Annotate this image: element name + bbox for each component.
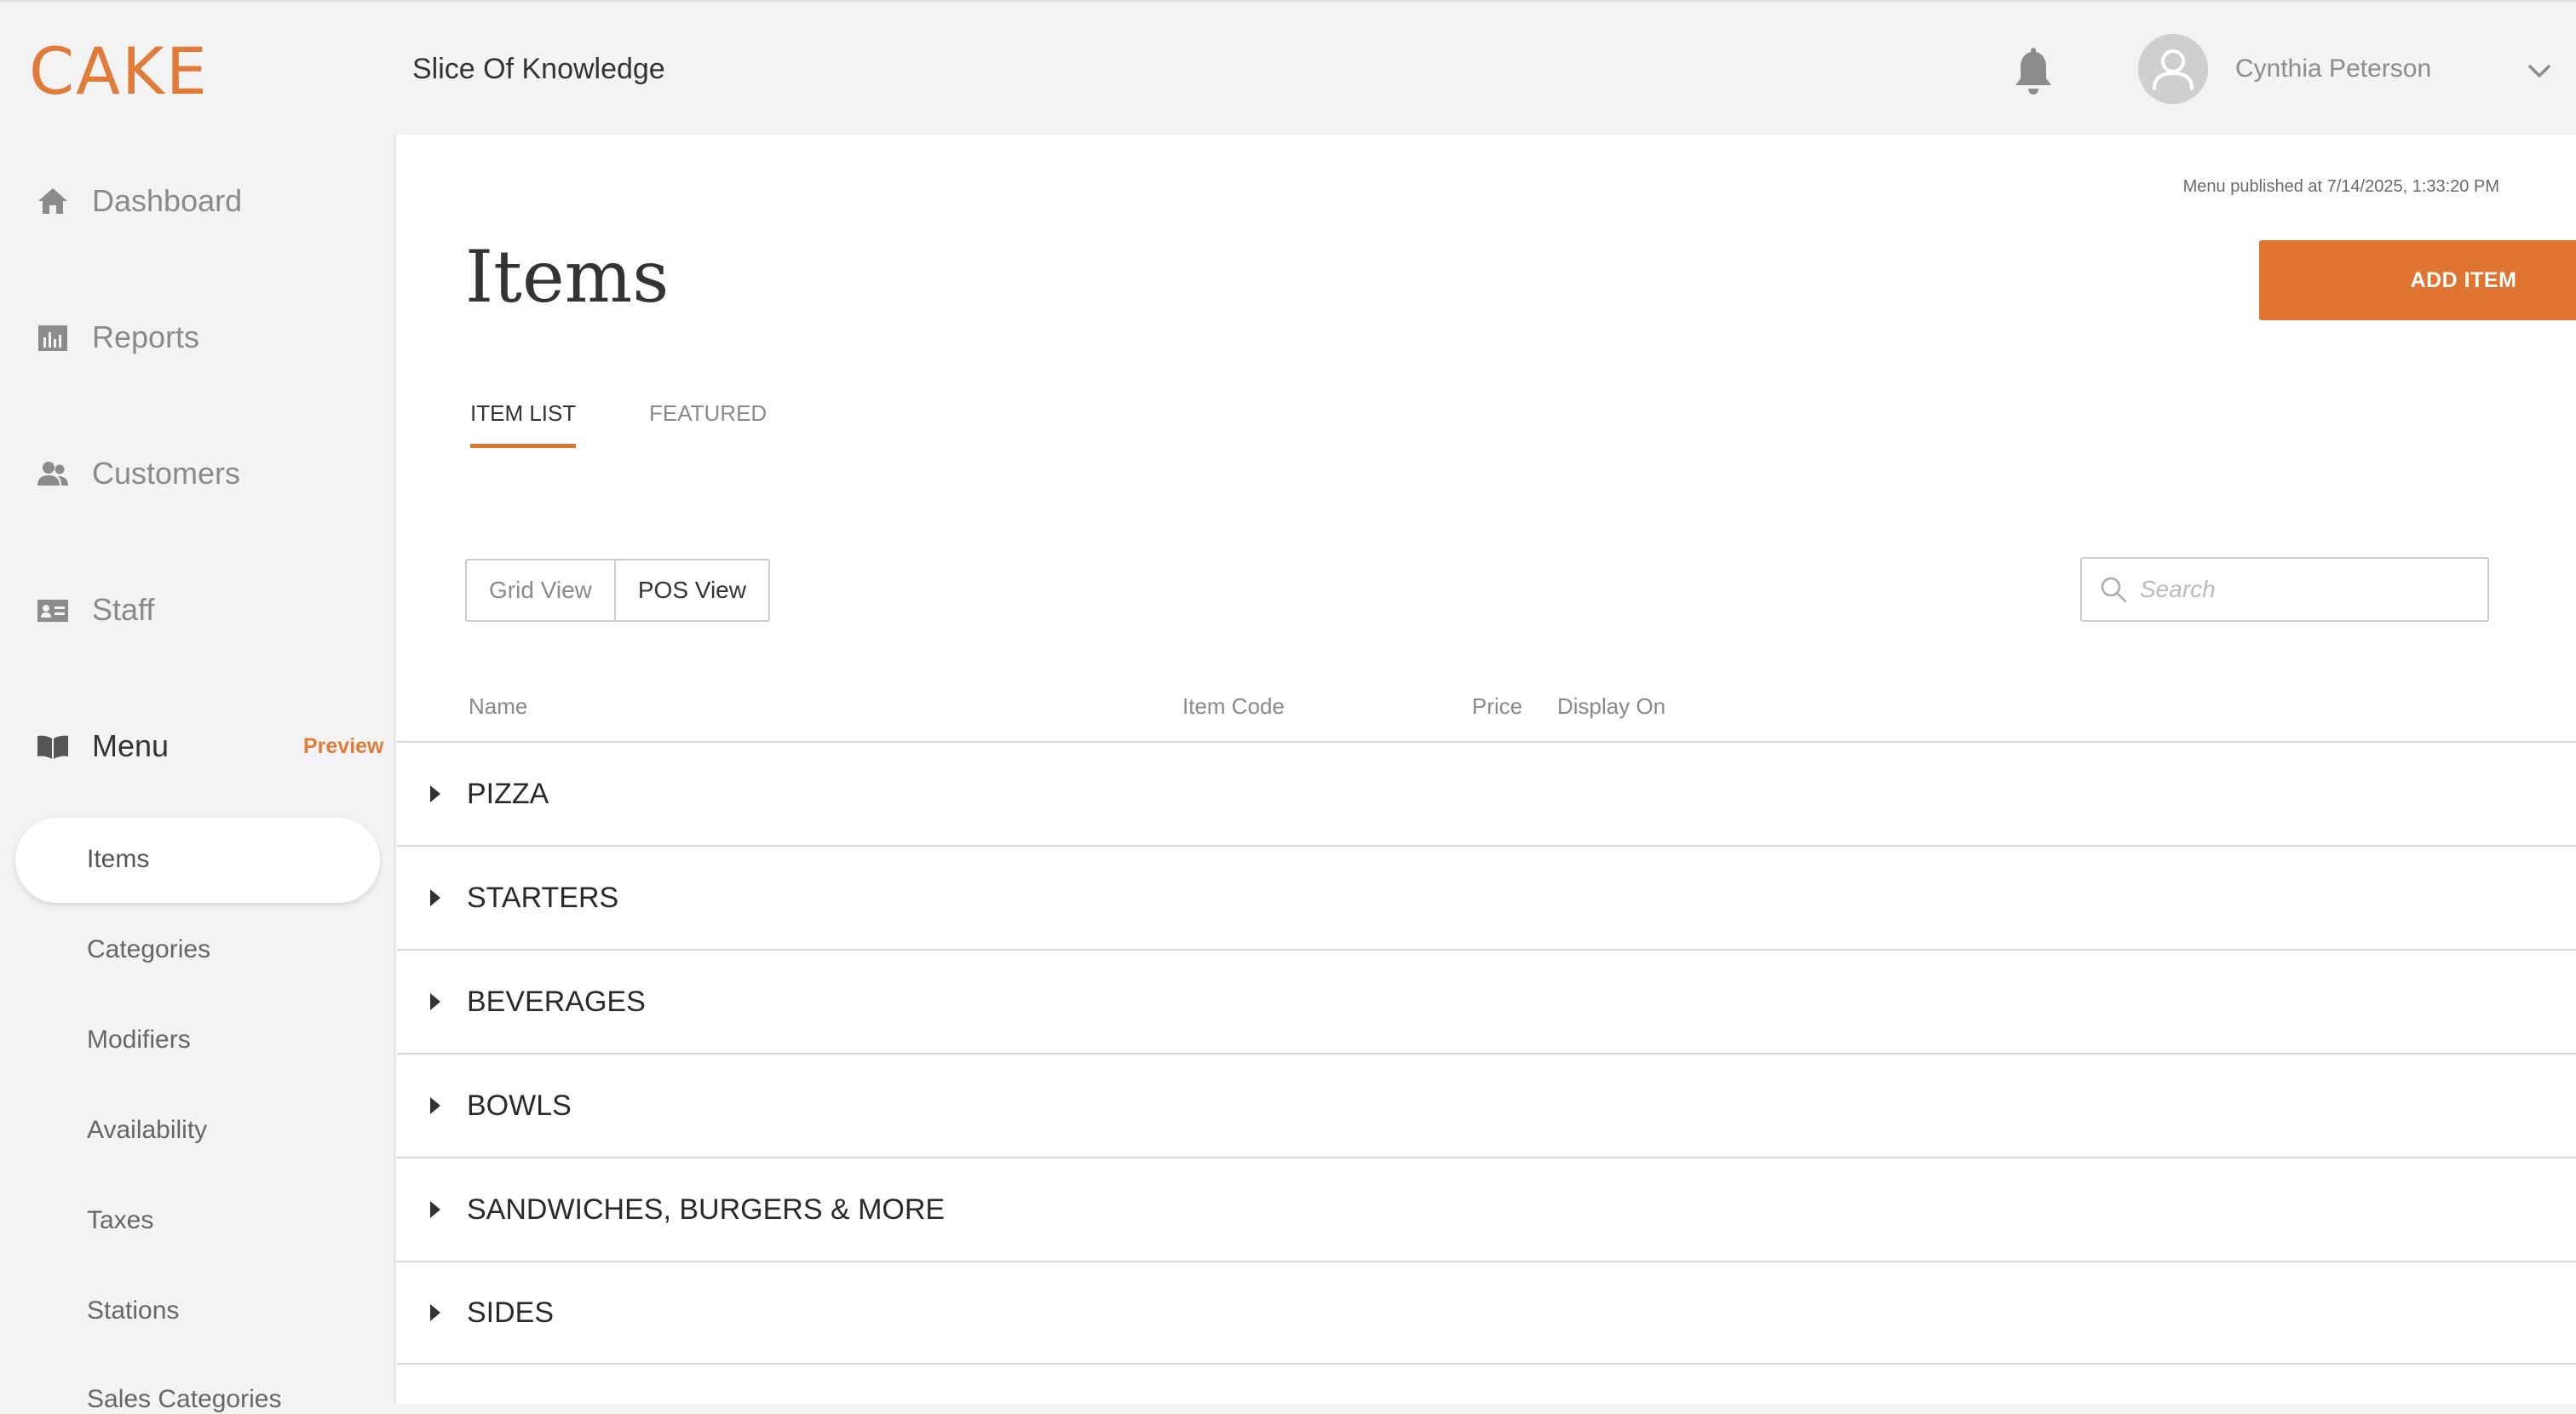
column-header-display-on: Display On <box>1557 693 1666 719</box>
category-name: SIDES <box>467 1296 555 1329</box>
caret-right-icon <box>428 887 443 909</box>
sidebar-item-label: Menu <box>92 728 170 763</box>
menu-published-timestamp: Menu published at 7/14/2025, 1:33:20 PM <box>2182 177 2499 196</box>
caret-right-icon <box>428 1198 443 1221</box>
sidebar-item-label: Dashboard <box>92 183 243 218</box>
category-name: STARTERS <box>467 881 619 914</box>
book-icon <box>34 727 72 765</box>
search-input[interactable] <box>2138 575 2462 604</box>
cake-logo[interactable]: CAKE <box>29 39 254 102</box>
caret-right-icon <box>428 783 443 805</box>
category-name: PIZZA <box>467 777 549 810</box>
category-row-starters[interactable]: STARTERS <box>397 845 2576 949</box>
sidebar-subitem-modifiers[interactable]: Modifiers <box>87 1026 191 1055</box>
sidebar-subitem-availability[interactable]: Availability <box>87 1116 207 1145</box>
category-row-bowls[interactable]: BOWLS <box>397 1053 2576 1157</box>
sidebar-item-reports[interactable]: Reports <box>34 312 392 363</box>
sidebar-item-label: Customers <box>92 456 241 491</box>
chevron-down-icon[interactable] <box>2525 60 2554 82</box>
sidebar-subitem-items[interactable] <box>15 818 380 903</box>
id-card-icon <box>34 591 72 629</box>
grid-view-button[interactable]: Grid View <box>467 560 616 620</box>
category-name: BEVERAGES <box>467 985 646 1018</box>
category-row-sides[interactable]: SIDES <box>397 1261 2576 1365</box>
restaurant-name[interactable]: Slice Of Knowledge <box>412 53 665 86</box>
sidebar-item-dashboard[interactable]: Dashboard <box>34 175 392 227</box>
tab-featured[interactable]: FEATURED <box>649 400 767 444</box>
category-name: BOWLS <box>467 1089 572 1122</box>
sidebar-item-label: Reports <box>92 319 200 354</box>
top-header: CAKE Slice Of Knowledge Cynthia Peterson <box>0 0 2576 135</box>
cake-logo-graphic: CAKE <box>29 39 209 102</box>
caret-right-icon <box>428 991 443 1013</box>
sidebar-item-staff[interactable]: Staff <box>34 584 392 635</box>
page-title: Items <box>465 235 670 319</box>
sidebar-subitem-items-label[interactable]: Items <box>87 845 149 874</box>
category-name: SANDWICHES, BURGERS & MORE <box>467 1193 946 1226</box>
search-icon <box>2099 575 2128 604</box>
sidebar-subitem-sales-categories[interactable]: Sales Categories <box>87 1385 281 1414</box>
category-row-beverages[interactable]: BEVERAGES <box>397 949 2576 1053</box>
category-row-pizza[interactable]: PIZZA <box>397 741 2576 845</box>
main-panel: Menu published at 7/14/2025, 1:33:20 PM … <box>397 135 2576 1404</box>
caret-right-icon <box>428 1302 443 1324</box>
column-header-price: Price <box>1472 693 1523 719</box>
sidebar-item-customers[interactable]: Customers <box>34 448 392 499</box>
sidebar-subitem-taxes[interactable]: Taxes <box>87 1206 153 1235</box>
category-row-sandwiches-burgers-more[interactable]: SANDWICHES, BURGERS & MORE <box>397 1157 2576 1261</box>
column-header-item-code: Item Code <box>1182 693 1285 719</box>
people-icon <box>34 455 72 492</box>
caret-right-icon <box>428 1095 443 1117</box>
view-toggle: Grid View POS View <box>465 559 770 622</box>
svg-text:CAKE: CAKE <box>29 39 209 102</box>
sidebar-item-label: Staff <box>92 592 155 627</box>
sidebar-item-menu[interactable]: Menu <box>34 721 290 772</box>
bar-chart-icon <box>34 319 72 356</box>
search-box[interactable] <box>2080 557 2489 622</box>
sidebar-subitem-categories[interactable]: Categories <box>87 935 210 964</box>
user-name[interactable]: Cynthia Peterson <box>2235 55 2431 83</box>
sidebar-subitem-stations[interactable]: Stations <box>87 1296 179 1325</box>
bell-icon[interactable] <box>2012 44 2055 97</box>
pos-view-button[interactable]: POS View <box>615 560 768 620</box>
user-avatar-icon[interactable] <box>2138 34 2208 104</box>
tab-item-list[interactable]: ITEM LIST <box>470 400 577 448</box>
column-header-name: Name <box>469 693 528 719</box>
menu-preview-link[interactable]: Preview <box>303 734 384 759</box>
add-item-button[interactable]: ADD ITEM <box>2259 240 2576 320</box>
home-icon <box>34 182 72 220</box>
